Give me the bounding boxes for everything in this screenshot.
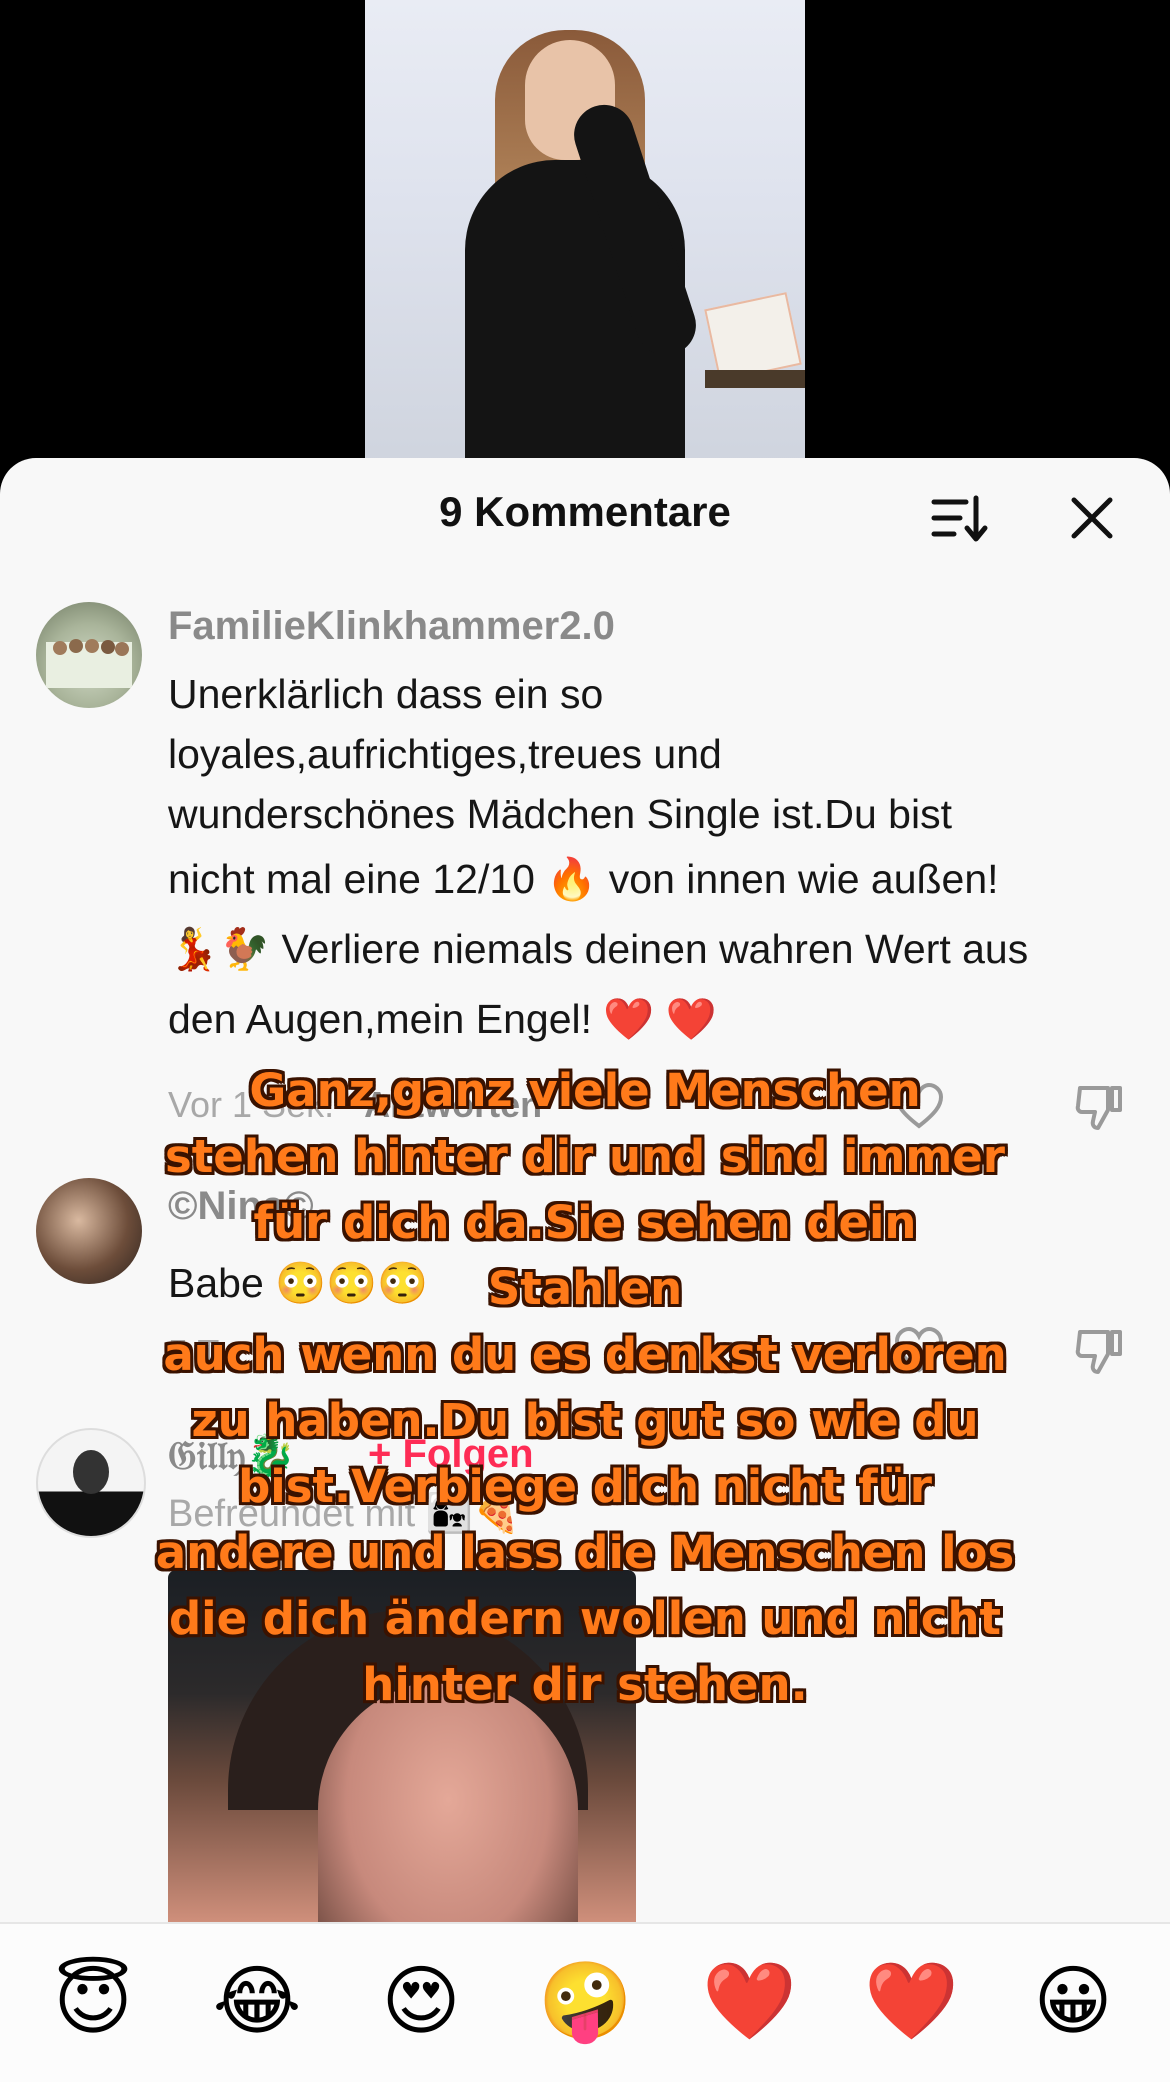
video-player[interactable] (0, 0, 1170, 470)
video-caption-overlay: Ganz,ganz viele Menschen stehen hinter d… (155, 1064, 1015, 1711)
avatar[interactable] (36, 602, 142, 708)
comment-username[interactable]: FamilieKlinkhammer2.0 (168, 604, 615, 649)
emoji-hearteyes-button[interactable]: 😍 (376, 1956, 466, 2046)
emoji-halo-button[interactable]: 😇 (48, 1956, 138, 2046)
dislike-icon[interactable] (1072, 1324, 1126, 1378)
background-table (705, 370, 805, 388)
video-person (455, 30, 705, 470)
emoji-heart-button[interactable]: ❤️ (864, 1956, 959, 2046)
avatar[interactable] (36, 1178, 142, 1284)
comment-text: Unerklärlich dass ein so loyales,aufrich… (168, 671, 1029, 1042)
sheet-header: 9 Kommentare (0, 458, 1170, 574)
emoji-grin-button[interactable]: 😀 (1028, 1956, 1118, 2046)
dislike-icon[interactable] (1072, 1080, 1126, 1134)
comments-title: 9 Kommentare (439, 488, 731, 535)
sort-icon[interactable] (930, 494, 990, 544)
emoji-heart-button[interactable]: ❤️ (702, 1956, 797, 2046)
emoji-laugh-button[interactable]: 😂 (212, 1956, 302, 2046)
close-icon[interactable] (1066, 492, 1118, 544)
video-frame (365, 0, 805, 470)
background-box (704, 292, 802, 382)
emoji-quick-bar: 😇 😂 😍 🤪 ❤️ ❤️ 😀 (0, 1922, 1170, 2082)
avatar[interactable] (36, 1428, 146, 1538)
emoji-zany-button[interactable]: 🤪 (538, 1956, 633, 2046)
